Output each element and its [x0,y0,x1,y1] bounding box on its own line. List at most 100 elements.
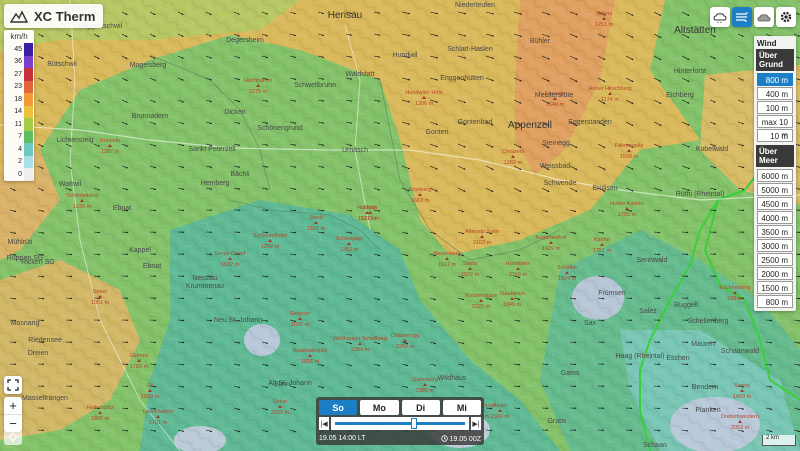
peak-elevation: 1751 m [593,248,612,254]
legend-row: 2 [4,155,34,168]
town-label: Hinterforst [674,68,706,75]
peak-elevation: 1275 m [249,89,268,95]
altitude-sea-4500-m[interactable]: 4500 m [757,197,793,210]
locate-button[interactable] [4,429,22,445]
town-label: Ebnat [113,205,131,212]
town-label: Schwende [544,180,577,187]
town-label: Urnäsch [342,147,368,154]
cloud-icon [757,14,771,22]
peak-label: Speer [93,289,108,295]
altitude-selector: Wind Über Grund 800 m400 m100 mmax 10 m1… [754,36,796,311]
town-label: Eichberg [666,92,694,99]
day-tab-mi[interactable]: Mi [442,400,481,415]
peak-elevation: 1506 m [620,154,639,160]
legend-row: 18 [4,93,34,106]
altitude-sea-1500-m[interactable]: 1500 m [757,281,793,294]
peak-label: Hundwiler Höhi [405,90,442,96]
town-label: Bendern [692,384,719,391]
peak-label: Stauberen [499,291,524,297]
peak-elevation: 1292 m [261,244,280,250]
town-label: Krummenau [186,283,224,290]
town-label: Mühlrüti [8,239,33,246]
town-label: Wildhaus [438,375,467,382]
peak-elevation: 2120 m [472,304,491,310]
peak-label: Eschnerberg [719,285,750,291]
altitude-ground-10-m[interactable]: 10 m [757,129,793,142]
town-label: Schönengrund [257,125,303,132]
model-run-time: 19.05 00Z [449,436,481,443]
wind-map[interactable]: Hochhamm1275 m Hundwiler Höhi1306 mEbenal… [0,0,800,451]
altitude-ground-max-10-m[interactable]: max 10 m [757,115,793,140]
altitude-sea-3000-m[interactable]: 3000 m [757,239,793,252]
town-label: Brülisau [592,185,617,192]
peak-elevation: 2385 m [416,388,435,394]
altitude-sea-2500-m[interactable]: 2500 m [757,253,793,266]
peak-elevation: 2156 m [509,272,528,278]
legend-swatch [24,43,33,56]
peak-elevation: 1352 m [340,247,359,253]
town-label: Riedensee [28,337,62,344]
peak-label: Gamsberg [412,377,438,383]
wind-layer-button[interactable] [732,7,752,27]
cloud-sun-icon [713,13,727,23]
peak-elevation: 2384 m [351,347,370,353]
town-label: Niederteufen [455,2,495,9]
day-tab-mo[interactable]: Mo [360,400,399,415]
altitude-sea-4000-m[interactable]: 4000 m [757,211,793,224]
altitude-ground-100-m[interactable]: 100 m [757,101,793,114]
step-forward-button[interactable]: ▶| [471,417,481,430]
above-sea-header: Über Meer [756,145,794,167]
altitude-sea-800-m[interactable]: 800 m [757,295,793,308]
time-handle[interactable] [410,418,417,429]
altitude-sea-2000-m[interactable]: 2000 m [757,267,793,280]
legend-label: 45 [14,45,22,53]
settings-button[interactable] [776,7,796,27]
peak-elevation: 2103 m [473,240,492,246]
town-label: Enggenhütten [440,75,484,82]
legend-row: 0 [4,168,34,181]
peak-elevation: 1282 m [504,160,523,166]
legend-swatch [24,155,33,168]
app-logo[interactable]: XC Therm [4,4,104,28]
peak-label: Schwägalp [336,236,363,242]
altitude-sea-3500-m[interactable]: 3500 m [757,225,793,238]
time-slider[interactable]: |◀ ▶| [319,417,481,430]
day-tab-so[interactable]: So [319,400,358,415]
town-label: Schaan [643,442,667,449]
thermal-layer-button[interactable] [710,7,730,27]
peak-label: Alvier [493,403,507,409]
day-tab-di[interactable]: Di [401,400,440,415]
peak-elevation: 1663 m [411,198,430,204]
step-back-button[interactable]: |◀ [319,417,329,430]
altitude-ground-800-m[interactable]: 800 m [757,73,793,86]
town-label: Hundwil [393,52,418,59]
peak-label: Stock [309,215,323,221]
town-label: Gonten [426,129,449,136]
fullscreen-button[interactable] [4,376,22,394]
town-label: Gontenbad [458,119,493,126]
legend-unit: km/h [10,32,28,41]
town-label: Ebnat [143,263,161,270]
time-track[interactable] [331,417,469,430]
peak-elevation: 1521 m [307,226,326,232]
peak-elevation: 2101 m [149,420,168,426]
current-time: 19.05 14:00 LT [319,435,366,442]
peak-label: Leistchamm [143,409,173,415]
peak-label: Hoher Hirschberg [588,86,631,92]
legend-row: 23 [4,80,34,93]
peak-label: Chäserrugg [391,333,420,339]
peak-label: Fli [147,383,153,389]
town-label: Mauren [691,341,715,348]
town-label: Schlatt-Haslen [447,46,493,53]
legend-swatch [24,105,33,118]
fullscreen-icon [7,379,19,391]
zoom-in-button[interactable]: + [4,397,22,415]
peak-label: Federispitz [87,405,114,411]
town-label: Hemberg [201,180,230,187]
altitude-sea-6000-m[interactable]: 6000 m [757,169,793,182]
legend-swatch [24,168,33,181]
altitude-sea-5000-m[interactable]: 5000 m [757,183,793,196]
altitude-ground-400-m[interactable]: 400 m [757,87,793,100]
cloud-layer-button[interactable] [754,7,774,27]
peak-label: Säntis [462,261,478,267]
